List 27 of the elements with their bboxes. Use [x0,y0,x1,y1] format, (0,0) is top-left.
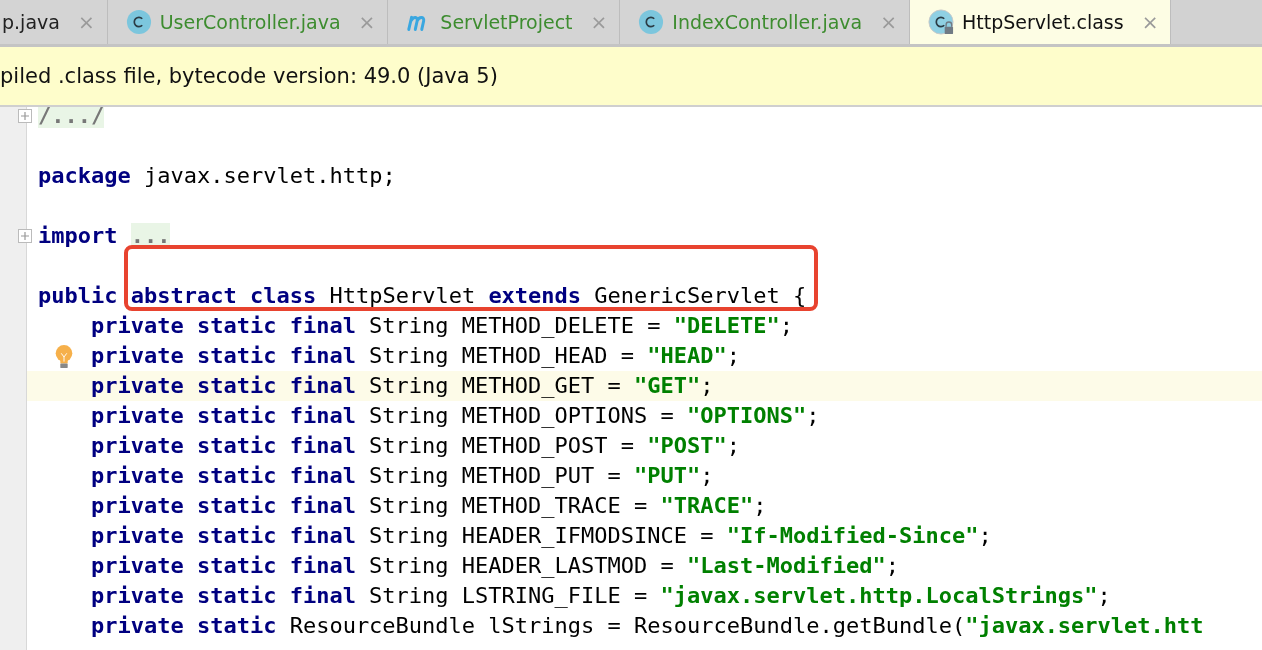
code-line: private static final String METHOD_OPTIONS = "OPTIONS"; [90,402,820,430]
decompiled-banner: piled .class file, bytecode version: 49.0 (Java 5) [0,47,1262,107]
close-icon[interactable]: × [1141,10,1159,34]
code-line: private static final String LSTRING_FILE = "javax.servlet.http.LocalStrings"; [90,582,1111,610]
code-line: private static final String METHOD_POST = "POST"; [90,432,740,460]
code-line: private static final String METHOD_TRACE = "TRACE"; [90,492,767,520]
editor-tab[interactable]: p.java × [0,0,108,44]
code-line: private static final String METHOD_DELETE = "DELETE"; [90,312,793,340]
editor-tab[interactable]: HttpServlet.class × [909,0,1172,44]
close-icon[interactable]: × [590,10,608,34]
code-line: private static final String METHOD_HEAD = "HEAD"; [90,342,740,370]
class-icon [638,9,665,35]
fold-icon[interactable] [18,109,32,123]
close-icon[interactable]: × [880,10,897,34]
fold-icon[interactable] [18,229,32,243]
code-line: private static final String METHOD_GET = "GET"; [90,372,714,400]
close-icon[interactable]: × [358,10,376,34]
code-line: private static final String HEADER_LASTMOD = "Last-Modified"; [90,552,899,580]
code-line: public abstract class HttpServlet extends GenericServlet { [38,281,807,311]
code-line: package javax.servlet.http; [38,162,396,190]
locked-class-icon [927,9,954,35]
code-line: private static ResourceBundle lStrings = ResourceBundle.getBundle("javax.servlet.htt [90,612,1204,640]
code-line: private static final String METHOD_PUT = "PUT"; [90,462,714,490]
code-line: import ... [38,222,171,250]
close-icon[interactable]: × [77,10,95,34]
class-icon [125,9,152,35]
code-line: private static final String HEADER_IFMODSINCE = "If-Modified-Since"; [90,522,992,550]
